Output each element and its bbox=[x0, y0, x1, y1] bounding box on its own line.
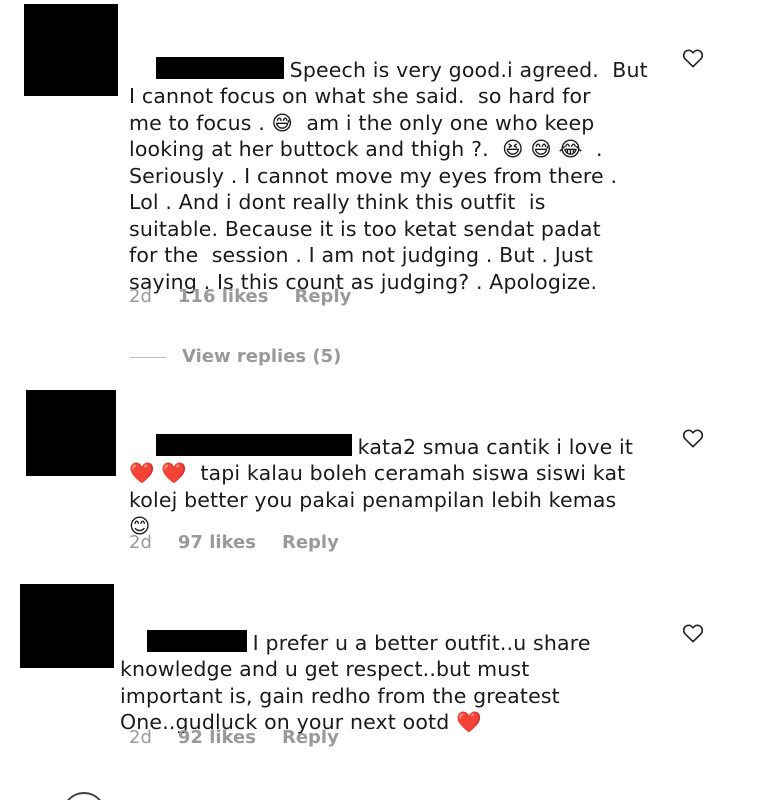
heart-outline-icon[interactable] bbox=[682, 428, 704, 448]
heart-outline-icon[interactable] bbox=[682, 48, 704, 68]
view-replies-label[interactable]: View replies (5) bbox=[182, 346, 341, 367]
likes-count[interactable]: 92 likes bbox=[178, 727, 256, 748]
avatar-outline bbox=[62, 792, 106, 800]
likes-count[interactable]: 97 likes bbox=[178, 532, 256, 553]
redacted-username bbox=[146, 629, 247, 652]
comment-meta: 2d 92 likes Reply bbox=[129, 727, 365, 748]
reply-button[interactable]: Reply bbox=[282, 532, 339, 553]
avatar[interactable] bbox=[26, 390, 116, 476]
reply-button[interactable]: Reply bbox=[294, 286, 351, 307]
avatar[interactable] bbox=[24, 4, 118, 96]
comment-text: Speech is very good.i agreed. But I cann… bbox=[129, 30, 669, 322]
comment-age: 2d bbox=[129, 532, 152, 553]
comment-age: 2d bbox=[129, 286, 152, 307]
redacted-username bbox=[155, 433, 352, 456]
divider-line bbox=[130, 356, 166, 358]
view-replies-button[interactable]: View replies (5) bbox=[130, 346, 341, 370]
redacted-username bbox=[155, 56, 284, 79]
comment-meta: 2d 97 likes Reply bbox=[129, 532, 365, 553]
likes-count[interactable]: 116 likes bbox=[178, 286, 269, 307]
avatar[interactable] bbox=[20, 584, 114, 668]
heart-outline-icon[interactable] bbox=[682, 623, 704, 643]
comment-age: 2d bbox=[129, 727, 152, 748]
comment-meta: 2d 116 likes Reply bbox=[129, 286, 377, 307]
next-comment-avatar-edge bbox=[0, 790, 776, 800]
comment-body: Speech is very good.i agreed. But I cann… bbox=[129, 57, 648, 294]
reply-button[interactable]: Reply bbox=[282, 727, 339, 748]
